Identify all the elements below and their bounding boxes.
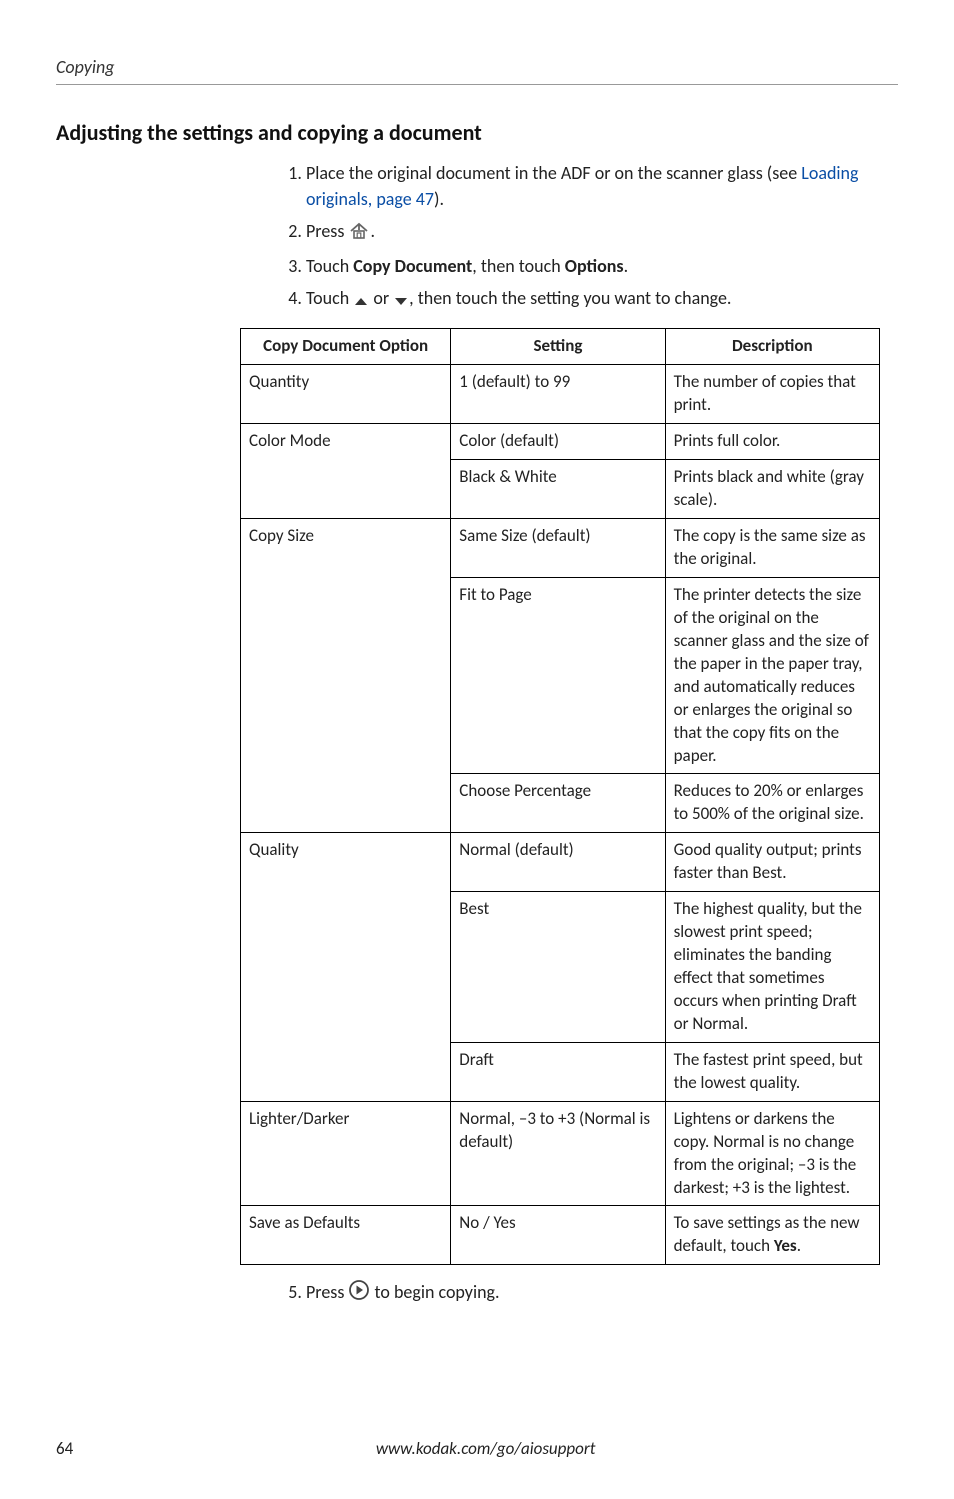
cell-setting: Color (default) <box>451 424 665 460</box>
step-3-bold-2: Options <box>565 255 624 277</box>
steps-list: Place the original document in the ADF o… <box>286 160 898 314</box>
cell-desc: The copy is the same size as the origina… <box>665 519 879 578</box>
cell-setting: Normal (default) <box>451 833 665 892</box>
col-header-option: Copy Document Option <box>241 329 451 365</box>
cell-option: Lighter/Darker <box>241 1101 451 1206</box>
step-1-text-b: ). <box>434 188 444 210</box>
running-header: Copying <box>56 56 898 85</box>
cell-desc: Good quality output; prints faster than … <box>665 833 879 892</box>
cell-setting: Same Size (default) <box>451 519 665 578</box>
step-3-text-a: Touch <box>306 255 353 277</box>
step-5: Press to begin copying. <box>306 1279 898 1308</box>
step-3-text-e: . <box>624 255 629 277</box>
cell-option: Save as Defaults <box>241 1206 451 1265</box>
step-1-text-a: Place the original document in the ADF o… <box>306 162 801 184</box>
table-row: Quality Normal (default) Good quality ou… <box>241 833 880 892</box>
step-4-text-b: or <box>369 287 393 309</box>
table-row: Color Mode Color (default) Prints full c… <box>241 424 880 460</box>
cell-setting: No / Yes <box>451 1206 665 1265</box>
cell-setting: Choose Percentage <box>451 774 665 833</box>
cell-desc: The highest quality, but the slowest pri… <box>665 892 879 1043</box>
up-arrow-icon <box>353 288 369 314</box>
cell-option: Copy Size <box>241 519 451 833</box>
cell-desc: Prints black and white (gray scale). <box>665 460 879 519</box>
cell-desc: Lightens or darkens the copy. Normal is … <box>665 1101 879 1206</box>
cell-desc: Reduces to 20% or enlarges to 500% of th… <box>665 774 879 833</box>
step-4: Touch or , then touch the setting you wa… <box>306 285 898 314</box>
steps-list-continued: Press to begin copying. <box>286 1279 898 1308</box>
cell-setting: Draft <box>451 1042 665 1101</box>
cell-option: Quality <box>241 833 451 1101</box>
cell-setting: 1 (default) to 99 <box>451 365 665 424</box>
home-icon <box>348 221 370 247</box>
cell-setting: Black & White <box>451 460 665 519</box>
cell-desc-a: To save settings as the new default, tou… <box>674 1212 860 1256</box>
cell-setting: Best <box>451 892 665 1043</box>
cell-desc: The printer detects the size of the orig… <box>665 577 879 774</box>
page-footer: 64 www.kodak.com/go/aiosupport <box>56 1438 898 1459</box>
cell-desc-bold: Yes <box>774 1235 797 1256</box>
cell-desc: To save settings as the new default, tou… <box>665 1206 879 1265</box>
step-2-text-b: . <box>370 220 375 242</box>
footer-url: www.kodak.com/go/aiosupport <box>73 1438 898 1459</box>
cell-option: Color Mode <box>241 424 451 519</box>
col-header-setting: Setting <box>451 329 665 365</box>
step-3-text-c: , then touch <box>472 255 564 277</box>
step-1: Place the original document in the ADF o… <box>306 160 898 212</box>
options-table: Copy Document Option Setting Description… <box>240 328 880 1265</box>
step-5-text-b: to begin copying. <box>370 1281 499 1303</box>
start-button-icon <box>348 1279 370 1308</box>
table-row: Save as Defaults No / Yes To save settin… <box>241 1206 880 1265</box>
step-4-text-a: Touch <box>306 287 353 309</box>
step-2-text-a: Press <box>306 220 348 242</box>
cell-setting: Fit to Page <box>451 577 665 774</box>
down-arrow-icon <box>393 288 409 314</box>
cell-option: Quantity <box>241 365 451 424</box>
page-number: 64 <box>56 1438 73 1459</box>
cell-setting: Normal, –3 to +3 (Normal is default) <box>451 1101 665 1206</box>
cell-desc: Prints full color. <box>665 424 879 460</box>
table-row: Copy Size Same Size (default) The copy i… <box>241 519 880 578</box>
chapter-title: Copying <box>56 56 115 78</box>
step-4-text-c: , then touch the setting you want to cha… <box>409 287 731 309</box>
step-5-text-a: Press <box>306 1281 348 1303</box>
page: Copying Adjusting the settings and copyi… <box>0 0 954 1499</box>
step-2: Press . <box>306 218 898 247</box>
cell-desc: The number of copies that print. <box>665 365 879 424</box>
col-header-description: Description <box>665 329 879 365</box>
table-header-row: Copy Document Option Setting Description <box>241 329 880 365</box>
table-row: Lighter/Darker Normal, –3 to +3 (Normal … <box>241 1101 880 1206</box>
cell-desc-b: . <box>797 1235 801 1256</box>
section-heading: Adjusting the settings and copying a doc… <box>56 119 898 146</box>
cell-desc: The fastest print speed, but the lowest … <box>665 1042 879 1101</box>
step-3-bold-1: Copy Document <box>353 255 472 277</box>
table-row: Quantity 1 (default) to 99 The number of… <box>241 365 880 424</box>
step-3: Touch Copy Document, then touch Options. <box>306 253 898 279</box>
